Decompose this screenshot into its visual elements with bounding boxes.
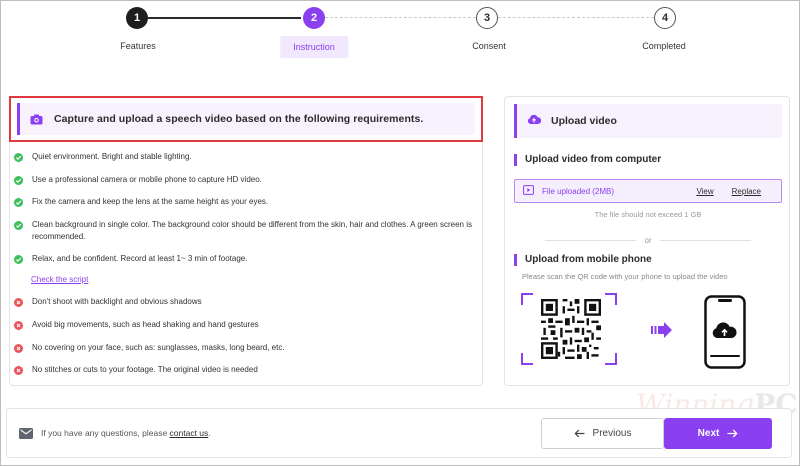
requirement-item: Relax, and be confident. Record at least… — [14, 253, 474, 265]
stepper-track-complete — [148, 17, 301, 19]
requirement-item: Fix the camera and keep the lens at the … — [14, 196, 474, 208]
phone-upload-icon — [704, 295, 746, 369]
replace-file-link[interactable]: Replace — [732, 187, 761, 196]
restriction-text: Avoid big movements, such as head shakin… — [32, 320, 259, 329]
restriction-text: No stitches or cuts to your footage. The… — [32, 365, 258, 374]
previous-label: Previous — [592, 428, 632, 439]
cross-icon — [14, 297, 23, 307]
check-icon — [14, 197, 23, 207]
previous-button[interactable]: Previous — [541, 418, 664, 449]
step-4-circle: 4 — [654, 7, 676, 29]
requirements-title: Capture and upload a speech video based … — [54, 113, 424, 125]
file-size-limit-note: The file should not exceed 1 GB — [594, 210, 702, 219]
scan-instruction: Please scan the QR code with your phone … — [522, 272, 728, 281]
qr-code-icon — [541, 299, 601, 359]
step-3-label: Consent — [472, 41, 506, 51]
requirement-item: Clean background in single color. The ba… — [14, 219, 474, 243]
frame-corner — [521, 353, 533, 365]
file-status-text: File uploaded (2MB) — [542, 186, 615, 196]
check-script-link[interactable]: Check the script — [31, 275, 88, 284]
restriction-text: No covering on your face, such as: sungl… — [32, 343, 285, 352]
upload-panel: Upload video Upload video from computer … — [504, 96, 790, 386]
next-button[interactable]: Next — [664, 418, 772, 449]
requirement-text: Fix the camera and keep the lens at the … — [32, 197, 269, 206]
upload-header: Upload video — [514, 104, 782, 138]
restriction-item: Avoid big movements, such as head shakin… — [14, 319, 474, 331]
frame-corner — [521, 293, 533, 305]
requirements-header-bar: Capture and upload a speech video based … — [17, 103, 475, 135]
stepper-track-pending-2 — [498, 17, 654, 18]
help-text: If you have any questions, please contac… — [41, 428, 211, 438]
frame-corner — [605, 293, 617, 305]
requirement-text: Clean background in single color. The ba… — [32, 220, 472, 241]
restriction-text: Don't shoot with backlight and obvious s… — [32, 297, 202, 306]
qr-code-frame — [521, 293, 617, 365]
divider-line — [659, 239, 751, 241]
computer-upload-heading: Upload video from computer — [514, 154, 661, 166]
requirement-text: Relax, and be confident. Record at least… — [32, 254, 248, 263]
requirements-header: Capture and upload a speech video based … — [9, 96, 483, 142]
restriction-item: Don't shoot with backlight and obvious s… — [14, 296, 474, 308]
upload-title: Upload video — [551, 115, 617, 127]
video-file-icon — [523, 185, 534, 197]
cloud-upload-icon — [527, 114, 542, 128]
check-icon — [14, 175, 23, 185]
check-icon — [14, 220, 23, 230]
progress-stepper: 1 2 3 4 Features Instruction Consent Com… — [0, 0, 800, 70]
or-label: or — [644, 235, 652, 245]
view-file-link[interactable]: View — [696, 187, 713, 196]
mail-icon — [19, 428, 33, 439]
arrow-left-icon — [573, 429, 585, 438]
restriction-item: No covering on your face, such as: sungl… — [14, 342, 474, 354]
or-divider: or — [545, 235, 751, 245]
help-suffix: . — [208, 428, 211, 438]
requirement-text: Quiet environment. Bright and stable lig… — [32, 152, 192, 161]
cross-icon — [14, 343, 23, 353]
arrow-right-icon — [651, 322, 672, 338]
cross-icon — [14, 320, 23, 330]
cross-icon — [14, 365, 23, 375]
requirement-item: Quiet environment. Bright and stable lig… — [14, 151, 474, 163]
step-4-label: Completed — [642, 41, 686, 51]
step-2-circle: 2 — [303, 7, 325, 29]
help-prefix: If you have any questions, please — [41, 428, 170, 438]
step-1-circle: 1 — [126, 7, 148, 29]
restriction-item: No stitches or cuts to your footage. The… — [14, 364, 474, 376]
footer-bar: If you have any questions, please contac… — [6, 408, 792, 458]
next-label: Next — [697, 428, 720, 439]
mobile-upload-heading: Upload from mobile phone — [514, 254, 652, 266]
check-icon — [14, 254, 23, 264]
requirement-text: Use a professional camera or mobile phon… — [32, 175, 262, 184]
requirement-item: Use a professional camera or mobile phon… — [14, 174, 474, 186]
stepper-track-pending-1 — [325, 17, 476, 18]
check-icon — [14, 152, 23, 162]
divider-line — [545, 239, 637, 241]
step-1-label: Features — [120, 41, 156, 51]
arrow-right-small-icon — [727, 429, 738, 438]
frame-corner — [605, 353, 617, 365]
contact-us-link[interactable]: contact us — [170, 428, 209, 438]
uploaded-file-row: File uploaded (2MB) View Replace — [514, 179, 782, 203]
step-2-label: Instruction — [280, 36, 348, 58]
step-3-circle: 3 — [476, 7, 498, 29]
camera-icon — [30, 112, 44, 126]
